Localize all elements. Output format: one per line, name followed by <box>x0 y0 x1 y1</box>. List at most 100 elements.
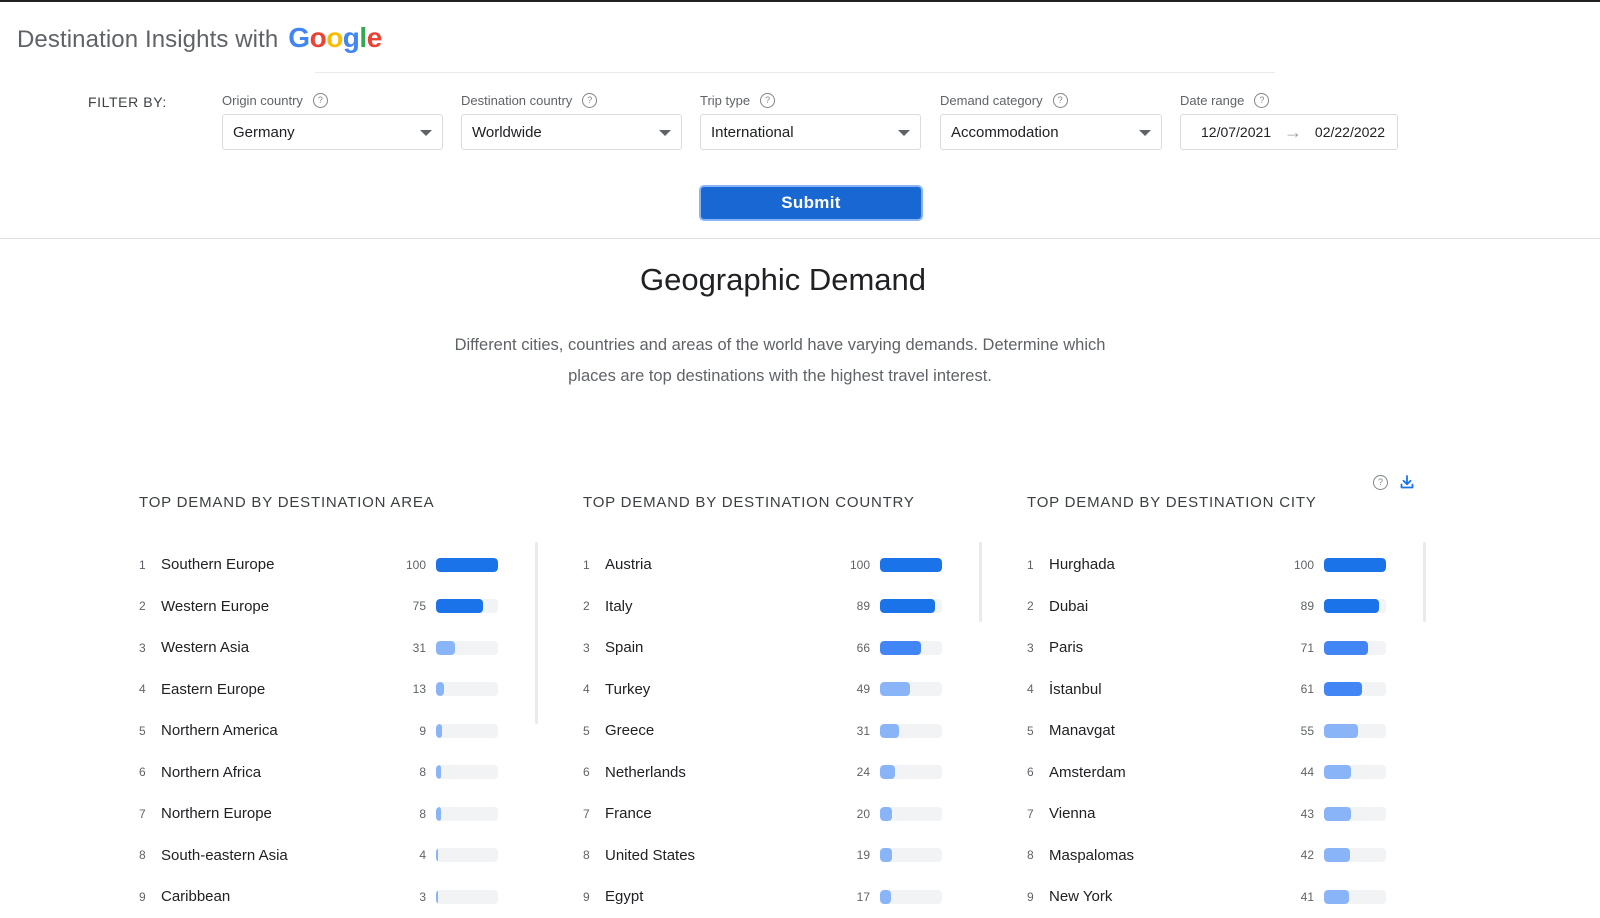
ranking-row[interactable]: 3 Paris 71 <box>1027 627 1427 669</box>
ranking-row[interactable]: 2 Dubai 89 <box>1027 586 1427 628</box>
help-icon[interactable]: ? <box>760 92 776 108</box>
demand-bar-fill <box>436 848 439 863</box>
demand-bar-fill <box>436 765 441 780</box>
demand-category-select[interactable]: Accommodation <box>940 114 1162 150</box>
scrollbar[interactable] <box>979 542 982 622</box>
submit-button[interactable]: Submit <box>699 185 923 221</box>
help-icon[interactable]: ? <box>1373 474 1388 490</box>
help-icon[interactable]: ? <box>582 92 598 108</box>
demand-bar-fill <box>436 682 445 697</box>
demand-bar-fill <box>880 889 891 904</box>
scrollbar[interactable] <box>1423 542 1426 622</box>
panel-title: TOP DEMAND BY DESTINATION CITY <box>1027 494 1317 511</box>
ranking-row[interactable]: 9 Egypt 17 <box>583 876 983 918</box>
demand-bar <box>880 848 942 863</box>
demand-bar-fill <box>880 557 942 572</box>
demand-bar-fill <box>1324 806 1351 821</box>
demand-bar <box>436 682 498 697</box>
download-icon[interactable] <box>1399 474 1415 490</box>
panel-tools: ? <box>1373 474 1415 490</box>
logo-letter: o <box>309 22 327 53</box>
destination-name: Caribbean <box>161 888 231 906</box>
destination-name: Northern Africa <box>161 763 262 781</box>
ranking-row[interactable]: 4 Eastern Europe 13 <box>139 669 539 711</box>
dropdown-arrow-icon <box>898 130 910 136</box>
select-value: Germany <box>233 123 295 141</box>
destination-name: Spain <box>605 639 644 657</box>
ranking-row[interactable]: 7 Northern Europe 8 <box>139 793 539 835</box>
ranking-row[interactable]: 6 Northern Africa 8 <box>139 752 539 794</box>
demand-bar-fill <box>1324 557 1386 572</box>
scrollbar[interactable] <box>535 542 538 724</box>
demand-bar <box>880 682 942 697</box>
demand-bar-fill <box>880 640 921 655</box>
demand-bar <box>880 806 942 821</box>
select-value: International <box>711 123 794 141</box>
demand-score: 24 <box>856 765 870 780</box>
start-date[interactable]: 12/07/2021 <box>1201 124 1271 140</box>
demand-bar <box>436 806 498 821</box>
google-logo: Google <box>288 22 382 54</box>
rank-number: 8 <box>1027 848 1034 863</box>
demand-score: 9 <box>419 723 426 738</box>
date-range-picker[interactable]: 12/07/2021 → 02/22/2022 <box>1180 114 1398 150</box>
rank-number: 4 <box>1027 682 1034 697</box>
demand-score: 55 <box>1300 723 1314 738</box>
filter-label: Destination country <box>461 92 573 108</box>
rank-number: 8 <box>139 848 146 863</box>
panel-title: TOP DEMAND BY DESTINATION AREA <box>139 494 435 511</box>
rank-number: 7 <box>139 806 146 821</box>
panel-destination-country: TOP DEMAND BY DESTINATION COUNTRY 1 Austr… <box>583 494 983 918</box>
demand-bar-fill <box>880 765 895 780</box>
ranking-row[interactable]: 4 İstanbul 61 <box>1027 669 1427 711</box>
demand-category-filter: Demand category? Accommodation <box>940 90 1166 150</box>
help-icon[interactable]: ? <box>1052 92 1068 108</box>
demand-score: 43 <box>1300 806 1314 821</box>
demand-score: 17 <box>856 889 870 904</box>
ranking-row[interactable]: 7 Vienna 43 <box>1027 793 1427 835</box>
ranking-row[interactable]: 5 Northern America 9 <box>139 710 539 752</box>
rank-number: 6 <box>139 765 146 780</box>
rank-number: 2 <box>1027 599 1034 614</box>
end-date[interactable]: 02/22/2022 <box>1315 124 1385 140</box>
ranking-row[interactable]: 6 Netherlands 24 <box>583 752 983 794</box>
destination-name: Egypt <box>605 888 644 906</box>
ranking-row[interactable]: 8 South-eastern Asia 4 <box>139 835 539 877</box>
demand-bar <box>880 723 942 738</box>
ranking-row[interactable]: 5 Manavgat 55 <box>1027 710 1427 752</box>
rank-number: 6 <box>583 765 590 780</box>
ranking-row[interactable]: 5 Greece 31 <box>583 710 983 752</box>
destination-country-select[interactable]: Worldwide <box>461 114 682 150</box>
demand-score: 100 <box>849 557 870 572</box>
logo-letter: g <box>342 22 360 53</box>
ranking-row[interactable]: 8 Maspalomas 42 <box>1027 835 1427 877</box>
ranking-row[interactable]: 2 Italy 89 <box>583 586 983 628</box>
ranking-row[interactable]: 6 Amsterdam 44 <box>1027 752 1427 794</box>
brand-header[interactable]: Destination Insights with Google <box>17 22 382 54</box>
trip-type-select[interactable]: International <box>700 114 921 150</box>
ranking-row[interactable]: 8 United States 19 <box>583 835 983 877</box>
ranking-row[interactable]: 7 France 20 <box>583 793 983 835</box>
ranking-row[interactable]: 1 Southern Europe 100 <box>139 544 539 586</box>
ranking-row[interactable]: 2 Western Europe 75 <box>139 586 539 628</box>
ranking-row[interactable]: 4 Turkey 49 <box>583 669 983 711</box>
demand-score: 100 <box>405 557 426 572</box>
origin-country-select[interactable]: Germany <box>222 114 443 150</box>
ranking-row[interactable]: 3 Spain 66 <box>583 627 983 669</box>
help-icon[interactable]: ? <box>1254 92 1270 108</box>
arrow-right-icon: → <box>1284 121 1302 142</box>
ranking-row[interactable]: 9 Caribbean 3 <box>139 876 539 918</box>
help-icon[interactable]: ? <box>312 92 328 108</box>
ranking-row[interactable]: 3 Western Asia 31 <box>139 627 539 669</box>
ranking-row[interactable]: 1 Hurghada 100 <box>1027 544 1427 586</box>
logo-letter: G <box>288 22 310 53</box>
demand-bar-fill <box>880 806 893 821</box>
ranking-list: 1 Austria 100 2 Italy 89 3 Spain 66 4 Turkey 49 5 Gre… <box>583 544 983 918</box>
section-description: Different cities, countries and areas of… <box>454 336 1106 385</box>
top-border <box>0 0 1600 2</box>
demand-score: 42 <box>1300 848 1314 863</box>
ranking-row[interactable]: 9 New York 41 <box>1027 876 1427 918</box>
filter-label: Origin country <box>222 92 303 108</box>
ranking-row[interactable]: 1 Austria 100 <box>583 544 983 586</box>
demand-bar-fill <box>1324 889 1350 904</box>
